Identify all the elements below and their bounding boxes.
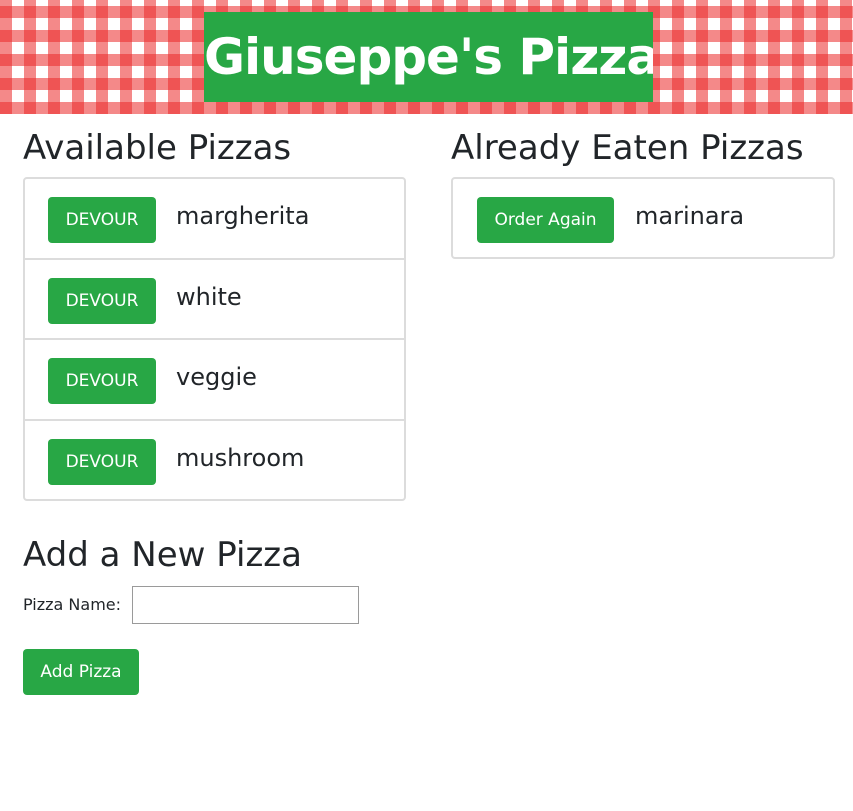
devour-button[interactable]: DEVOUR [48,277,156,324]
list-item: DEVOUR veggie [25,340,404,421]
available-pizzas-list: DEVOUR margherita DEVOUR white DEVOUR ve… [23,177,406,501]
pizza-name: marinara [635,202,745,230]
order-again-button[interactable]: Order Again [477,197,614,243]
pizza-name: mushroom [176,443,305,472]
pizza-name-label: Pizza Name: [23,595,122,614]
list-item: DEVOUR margherita [25,179,404,260]
eaten-pizzas-title: Already Eaten Pizzas [451,128,804,168]
pizza-name: veggie [176,363,257,391]
devour-button[interactable]: DEVOUR [48,197,156,243]
add-pizza-button[interactable]: Add Pizza [23,649,139,695]
checkered-banner: Giuseppe's Pizza [0,0,853,114]
pizza-name-input[interactable] [132,586,359,624]
list-item: DEVOUR mushroom [25,421,404,502]
pizza-name: margherita [176,202,310,230]
add-pizza-title: Add a New Pizza [23,535,302,575]
eaten-pizzas-list: Order Again marinara [451,177,835,259]
available-pizzas-title: Available Pizzas [23,128,292,168]
list-item: Order Again marinara [453,179,833,259]
pizza-name: white [176,282,242,311]
devour-button[interactable]: DEVOUR [48,358,156,404]
devour-button[interactable]: DEVOUR [48,438,156,485]
site-title: Giuseppe's Pizza [204,12,653,102]
list-item: DEVOUR white [25,260,404,340]
